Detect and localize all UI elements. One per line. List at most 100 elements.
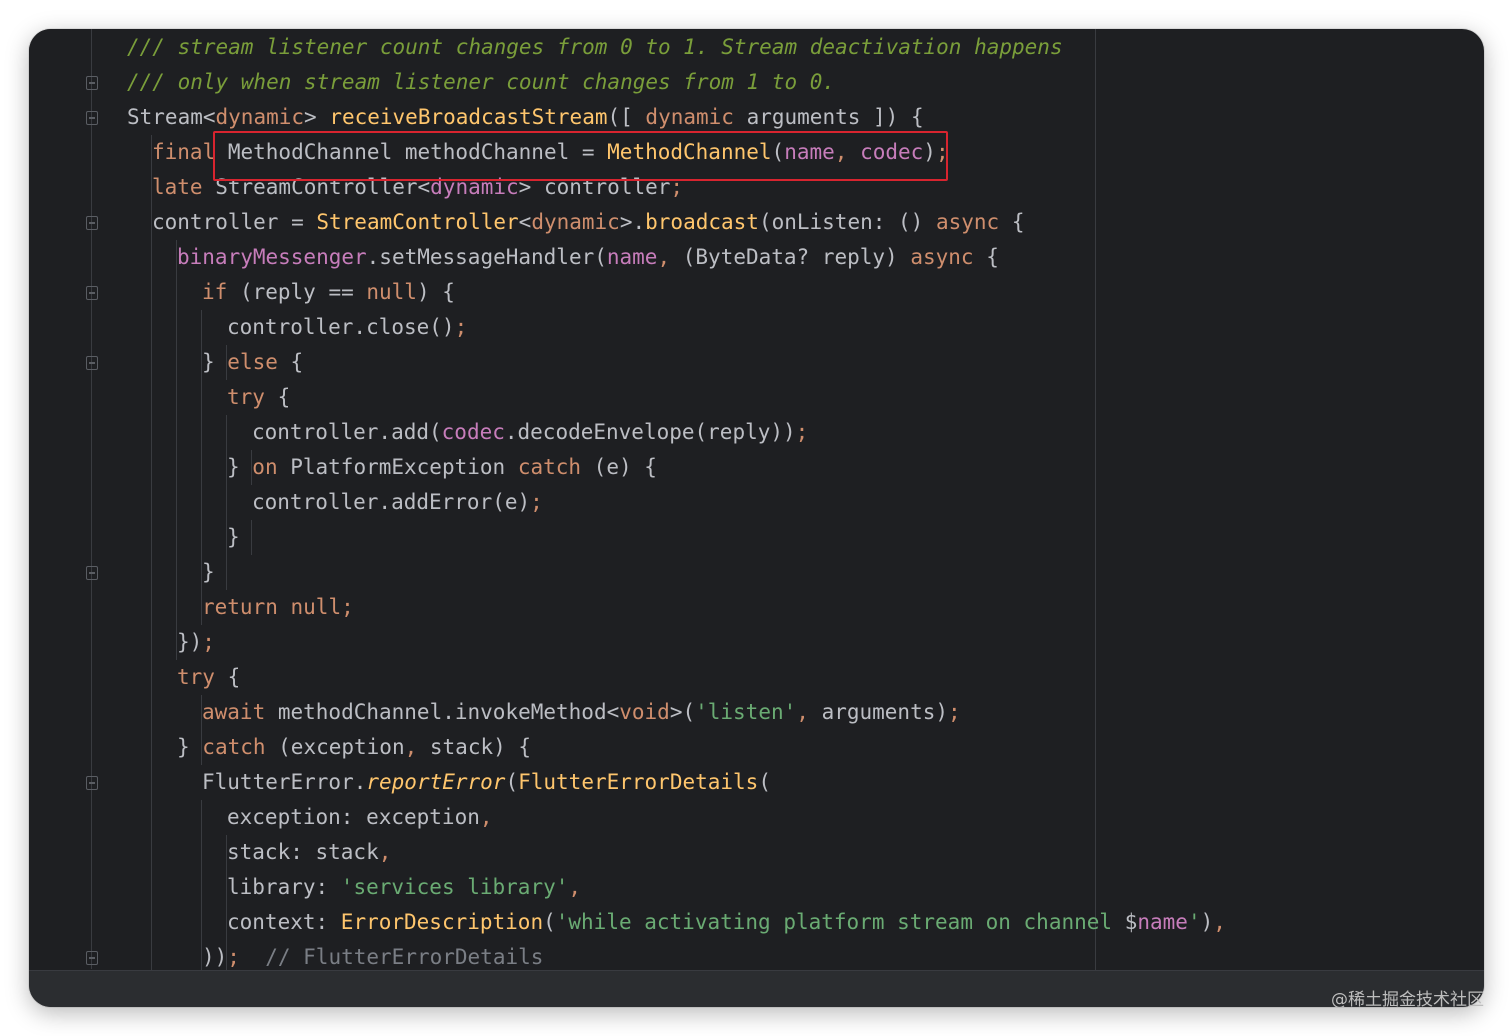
watermark-text: @稀土掘金技术社区 (1331, 990, 1484, 1010)
code-token: exception: exception (227, 805, 480, 829)
code-token: dynamic (531, 210, 620, 234)
indent-guide (151, 135, 152, 975)
code-token: controller.close() (227, 315, 455, 339)
code-line[interactable]: } (227, 520, 240, 555)
code-token: ; (227, 945, 240, 969)
editor-gutter (29, 29, 123, 971)
code-token: } (202, 350, 228, 374)
code-line[interactable]: return null; (202, 590, 354, 625)
code-line[interactable]: }); (177, 625, 215, 660)
indent-guide (201, 310, 202, 625)
code-token: controller.addError(e) (252, 490, 531, 514)
code-line[interactable]: context: ErrorDescription('while activat… (227, 905, 1226, 940)
code-token: codec (441, 420, 505, 444)
code-token: , (1213, 910, 1226, 934)
fold-icon[interactable] (86, 566, 98, 580)
code-line[interactable]: Stream<dynamic> receiveBroadcastStream([… (127, 100, 924, 135)
code-token: ErrorDescription (340, 910, 544, 934)
code-token: reportError (366, 770, 506, 794)
code-line[interactable]: FlutterError.reportError(FlutterErrorDet… (202, 765, 771, 800)
code-token: try (177, 665, 215, 689)
fold-icon[interactable] (86, 356, 98, 370)
code-token: ([ (607, 105, 646, 129)
code-token: receiveBroadcastStream (329, 105, 608, 129)
code-token: else (227, 350, 278, 374)
code-token: , (657, 245, 683, 269)
code-line[interactable]: try { (227, 380, 290, 415)
code-token: )) (202, 945, 228, 969)
code-token: stack: stack (227, 840, 379, 864)
code-line[interactable]: library: 'services library', (227, 870, 581, 905)
code-token: arguments ]) { (733, 105, 924, 129)
code-token: { (277, 350, 304, 374)
code-line[interactable]: controller.add(codec.decodeEnvelope(repl… (252, 415, 808, 450)
code-token: > (304, 105, 330, 129)
code-line[interactable]: controller.close(); (227, 310, 467, 345)
fold-icon[interactable] (86, 76, 98, 90)
fold-icon[interactable] (86, 286, 98, 300)
fold-icon[interactable] (86, 111, 98, 125)
code-token: 'services library' (340, 875, 569, 899)
indent-guide (226, 415, 227, 590)
code-token: name (1137, 910, 1188, 934)
code-token: { (973, 245, 999, 269)
code-line[interactable]: } on PlatformException catch (e) { (227, 450, 657, 485)
code-token: late (152, 175, 203, 199)
code-token: PlatformException (277, 455, 518, 479)
indent-guide (226, 835, 227, 975)
code-line[interactable]: } (202, 555, 215, 590)
code-token: , (796, 700, 822, 724)
fold-icon[interactable] (86, 776, 98, 790)
code-token: } (177, 735, 203, 759)
code-token: ; (341, 595, 354, 619)
code-token: /// stream listener count changes from 0… (127, 35, 1063, 59)
code-token: , (404, 735, 430, 759)
code-token: ) { (416, 280, 455, 304)
code-line[interactable]: await methodChannel.invokeMethod<void>('… (202, 695, 961, 730)
code-token: catch (517, 455, 582, 479)
code-token: { (264, 385, 291, 409)
code-editor[interactable]: /// stream listener count changes from 0… (29, 29, 1484, 1007)
code-token: ; (795, 420, 809, 444)
fold-icon[interactable] (86, 216, 98, 230)
code-token: null (366, 280, 417, 304)
code-token: null (290, 595, 342, 619)
gutter-fold-line (91, 29, 92, 969)
code-token: , (568, 875, 582, 899)
indent-guide (176, 240, 177, 660)
code-token: arguments) (821, 700, 948, 724)
code-token: } (227, 525, 240, 549)
code-token: , (378, 840, 392, 864)
code-line[interactable]: if (reply == null) { (202, 275, 455, 310)
code-token: void (619, 700, 670, 724)
code-token: (e) { (581, 455, 657, 479)
code-token: (reply == (227, 280, 367, 304)
code-token: { (214, 665, 241, 689)
code-token: ; (454, 315, 468, 339)
code-line[interactable]: stack: stack, (227, 835, 391, 870)
fold-icon[interactable] (86, 951, 98, 965)
code-token: .setMessageHandler( (366, 245, 607, 269)
code-token: >( (669, 700, 696, 724)
code-line[interactable]: } catch (exception, stack) { (177, 730, 531, 765)
code-line[interactable]: binaryMessenger.setMessageHandler(name, … (177, 240, 999, 275)
code-token: library: (227, 875, 341, 899)
code-token: { (999, 210, 1025, 234)
code-line[interactable]: } else { (202, 345, 303, 380)
code-token: controller = (152, 210, 317, 234)
code-token: $ (1124, 910, 1138, 934)
code-line[interactable]: exception: exception, (227, 800, 493, 835)
code-line[interactable]: try { (177, 660, 240, 695)
code-line[interactable]: /// stream listener count changes from 0… (127, 30, 1063, 65)
code-token: ( (758, 770, 771, 794)
code-token: }) (177, 630, 203, 654)
code-line[interactable]: controller.addError(e); (252, 485, 543, 520)
code-line[interactable]: /// only when stream listener count chan… (127, 65, 835, 100)
code-line[interactable]: controller = StreamController<dynamic>.b… (152, 205, 1024, 240)
code-token: if (202, 280, 228, 304)
code-token: broadcast (645, 210, 759, 234)
code-token: (ByteData? reply) (682, 245, 911, 269)
code-token: , (479, 805, 493, 829)
code-token: final (152, 140, 216, 164)
